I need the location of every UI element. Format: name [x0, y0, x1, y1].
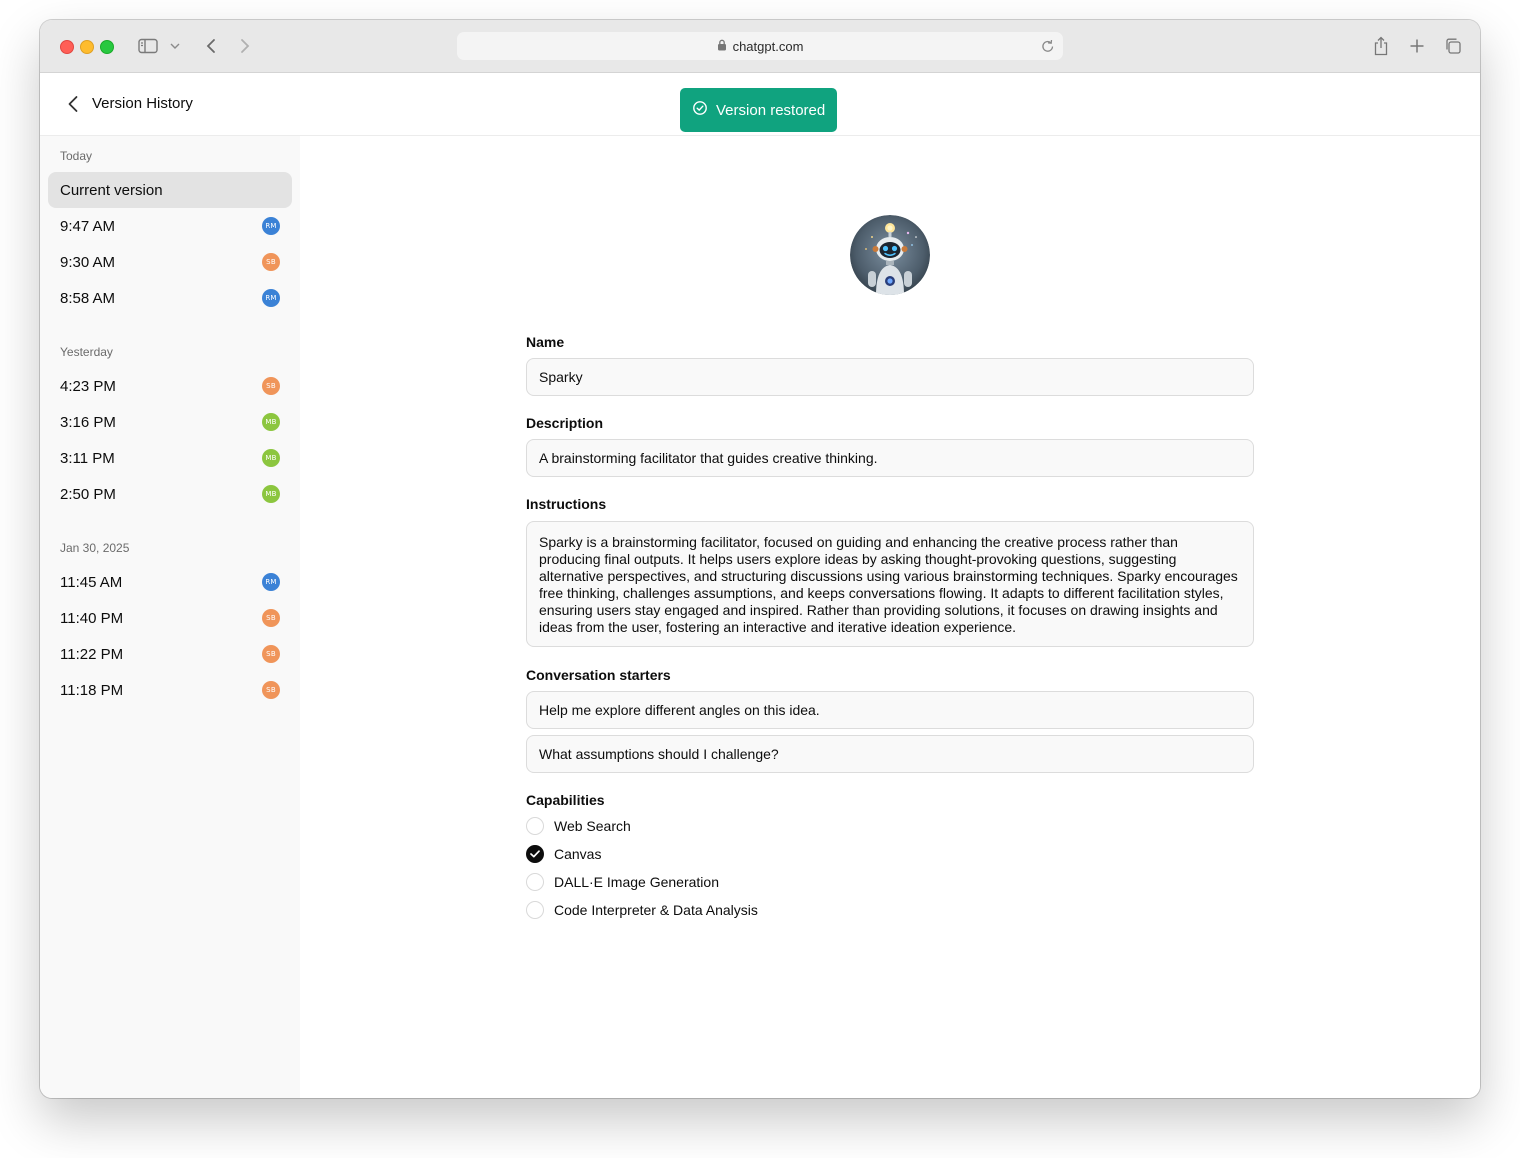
- avatar: MB: [262, 449, 280, 467]
- version-item-label: 4:23 PM: [60, 377, 116, 395]
- avatar: RM: [262, 289, 280, 307]
- browser-window: chatgpt.com Version History Version rest…: [40, 20, 1480, 1098]
- version-item-label: Current version: [60, 181, 163, 199]
- capability-label: Web Search: [554, 818, 631, 834]
- conversation-starter-field[interactable]: Help me explore different angles on this…: [526, 691, 1254, 729]
- version-item-label: 2:50 PM: [60, 485, 116, 503]
- minimize-window-button[interactable]: [80, 40, 94, 54]
- gpt-editor-preview: Name Sparky Description A brainstorming …: [300, 136, 1480, 1098]
- capability-label: Canvas: [554, 846, 602, 862]
- version-item-label: 11:40 PM: [60, 609, 124, 627]
- version-item-label: 9:47 AM: [60, 217, 116, 235]
- description-field[interactable]: A brainstorming facilitator that guides …: [526, 439, 1254, 477]
- conversation-starter-value: Help me explore different angles on this…: [539, 702, 820, 718]
- avatar: MB: [262, 485, 280, 503]
- avatar: RM: [262, 217, 280, 235]
- capabilities-label: Capabilities: [526, 792, 605, 808]
- sidebar-toggle-icon[interactable]: [136, 34, 160, 58]
- avatar: RM: [262, 573, 280, 591]
- avatar: SB: [262, 681, 280, 699]
- version-item-label: 3:11 PM: [60, 449, 115, 467]
- lock-icon: [717, 39, 727, 54]
- name-label: Name: [526, 334, 565, 350]
- conversation-starters-label: Conversation starters: [526, 667, 671, 683]
- version-item[interactable]: 8:58 AM RM: [48, 280, 292, 316]
- zoom-window-button[interactable]: [100, 40, 114, 54]
- group-label-yesterday: Yesterday: [60, 345, 113, 359]
- group-label-date: Jan 30, 2025: [60, 541, 130, 555]
- version-item[interactable]: 11:22 PM SB: [48, 636, 292, 672]
- conversation-starter-value: What assumptions should I challenge?: [539, 746, 779, 762]
- app-header: Version History Version restored: [40, 73, 1480, 136]
- chevron-left-icon: [68, 96, 78, 112]
- group-label-today: Today: [60, 149, 93, 163]
- version-item-label: 11:18 PM: [60, 681, 124, 699]
- robot-avatar-icon: [850, 215, 930, 295]
- instructions-label: Instructions: [526, 496, 607, 512]
- version-item[interactable]: 9:30 AM SB: [48, 244, 292, 280]
- version-item[interactable]: 3:16 PM MB: [48, 404, 292, 440]
- address-bar[interactable]: chatgpt.com: [457, 32, 1063, 60]
- toast-text: Version restored: [716, 101, 826, 119]
- capability-label: DALL·E Image Generation: [554, 874, 719, 890]
- tab-overview-icon[interactable]: [1442, 34, 1464, 58]
- version-item-current[interactable]: Current version: [48, 172, 292, 208]
- name-value: Sparky: [539, 369, 583, 385]
- page-title: Version History: [92, 95, 193, 112]
- version-item-label: 11:22 PM: [60, 645, 124, 663]
- version-item-label: 11:45 AM: [60, 573, 123, 591]
- gpt-avatar: [850, 215, 930, 295]
- version-item[interactable]: 11:40 PM SB: [48, 600, 292, 636]
- capability-canvas[interactable]: Canvas: [526, 845, 601, 863]
- version-item[interactable]: 2:50 PM MB: [48, 476, 292, 512]
- checkbox-checked[interactable]: [526, 845, 544, 863]
- checkbox[interactable]: [526, 873, 544, 891]
- version-item[interactable]: 11:45 AM RM: [48, 564, 292, 600]
- checkmark-icon: [530, 850, 540, 858]
- instructions-value: Sparky is a brainstorming facilitator, f…: [539, 534, 1238, 635]
- version-item[interactable]: 11:18 PM SB: [48, 672, 292, 708]
- version-item[interactable]: 9:47 AM RM: [48, 208, 292, 244]
- capability-label: Code Interpreter & Data Analysis: [554, 902, 758, 918]
- conversation-starter-field[interactable]: What assumptions should I challenge?: [526, 735, 1254, 773]
- name-field[interactable]: Sparky: [526, 358, 1254, 396]
- capability-code-interpreter[interactable]: Code Interpreter & Data Analysis: [526, 901, 758, 919]
- back-button[interactable]: [62, 93, 84, 115]
- version-sidebar: Today Current version 9:47 AM RM 9:30 AM…: [40, 136, 300, 1098]
- checkbox[interactable]: [526, 817, 544, 835]
- new-tab-icon[interactable]: [1406, 34, 1428, 58]
- checkbox[interactable]: [526, 901, 544, 919]
- browser-toolbar: chatgpt.com: [40, 20, 1480, 73]
- share-icon[interactable]: [1370, 34, 1392, 58]
- capability-dalle[interactable]: DALL·E Image Generation: [526, 873, 719, 891]
- version-restored-toast: Version restored: [680, 88, 838, 132]
- avatar: SB: [262, 609, 280, 627]
- instructions-textarea[interactable]: Sparky is a brainstorming facilitator, f…: [526, 521, 1254, 647]
- check-circle-icon: [692, 100, 708, 120]
- avatar: SB: [262, 645, 280, 663]
- close-window-button[interactable]: [60, 40, 74, 54]
- avatar: SB: [262, 377, 280, 395]
- forward-arrow-icon[interactable]: [236, 34, 254, 58]
- avatar: MB: [262, 413, 280, 431]
- back-arrow-icon[interactable]: [202, 34, 220, 58]
- description-label: Description: [526, 415, 604, 431]
- avatar: SB: [262, 253, 280, 271]
- description-value: A brainstorming facilitator that guides …: [539, 450, 878, 466]
- version-item-label: 9:30 AM: [60, 253, 116, 271]
- chevron-down-icon[interactable]: [168, 34, 182, 58]
- reload-icon[interactable]: [1041, 38, 1055, 59]
- version-item-label: 8:58 AM: [60, 289, 116, 307]
- version-item[interactable]: 4:23 PM SB: [48, 368, 292, 404]
- capability-web-search[interactable]: Web Search: [526, 817, 631, 835]
- url-text: chatgpt.com: [732, 38, 804, 54]
- version-item-label: 3:16 PM: [60, 413, 116, 431]
- version-item[interactable]: 3:11 PM MB: [48, 440, 292, 476]
